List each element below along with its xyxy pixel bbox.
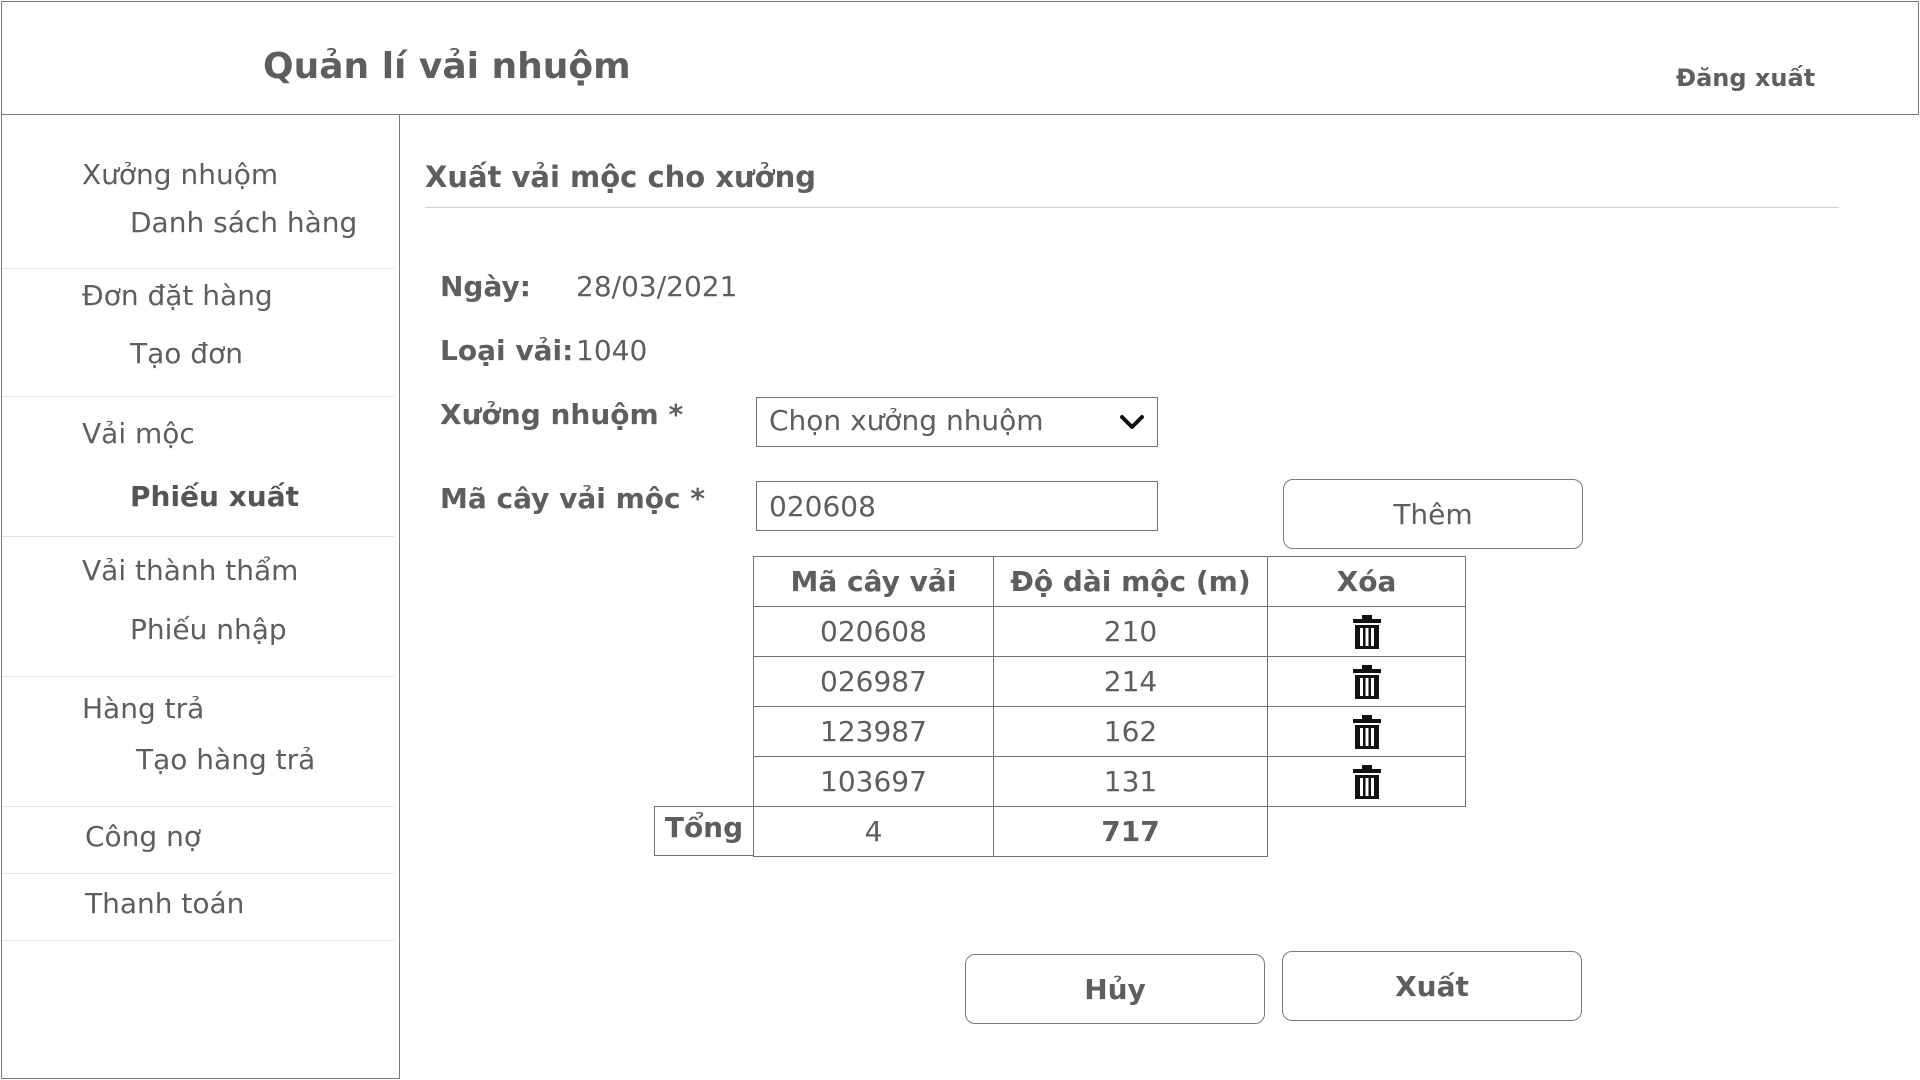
roll-table: Mã cây vải Độ dài mộc (m) Xóa 020608 210 [753,556,1466,857]
app-title: Quản lí vải nhuộm [263,46,631,87]
date-label: Ngày: [440,270,531,303]
table-row: 103697 131 [753,756,1466,807]
length-cell: 214 [993,656,1268,707]
fabric-type-value: 1040 [576,334,648,367]
fabric-type-label: Loại vải: [440,334,574,367]
total-count-cell: 4 [753,806,994,857]
export-button[interactable]: Xuất [1282,951,1582,1021]
title-divider [425,207,1839,208]
sidebar-group-finished-fabric: Vải thành thẩm Phiếu nhập [2,537,394,677]
trash-icon[interactable] [1352,764,1382,800]
sidebar: Xưởng nhuộm Danh sách hàng Đơn đặt hàng … [1,115,400,1079]
roll-code-cell: 020608 [753,606,994,657]
sidebar-item-orders[interactable]: Đơn đặt hàng [82,279,273,312]
chevron-down-icon [1120,415,1144,429]
sidebar-group-dye-workshop: Xưởng nhuộm Danh sách hàng [2,115,394,269]
sidebar-item-export-slip[interactable]: Phiếu xuất [130,480,299,513]
sidebar-group-orders: Đơn đặt hàng Tạo đơn [2,269,394,397]
column-header-length: Độ dài mộc (m) [993,556,1268,607]
cancel-button[interactable]: Hủy [965,954,1265,1024]
header-bar: Quản lí vải nhuộm Đăng xuất [1,1,1919,115]
roll-code-cell: 123987 [753,706,994,757]
total-length-cell: 717 [993,806,1268,857]
workshop-select[interactable]: Chọn xưởng nhuộm [756,397,1158,447]
length-cell: 210 [993,606,1268,657]
delete-cell [1267,656,1466,707]
sidebar-group-payment: Thanh toán [2,874,394,941]
roll-code-cell: 026987 [753,656,994,707]
column-header-roll-code: Mã cây vải [753,556,994,607]
add-button[interactable]: Thêm [1283,479,1583,549]
table-row: 020608 210 [753,606,1466,657]
table-header-row: Mã cây vải Độ dài mộc (m) Xóa [753,556,1466,607]
length-cell: 162 [993,706,1268,757]
sidebar-item-item-list[interactable]: Danh sách hàng [130,206,357,239]
total-label: Tổng [654,806,754,856]
workshop-select-value: Chọn xưởng nhuộm [769,404,1044,437]
total-row: 4 717 [753,806,1466,857]
date-value: 28/03/2021 [576,270,738,303]
delete-cell [1267,756,1466,807]
table-row: 123987 162 [753,706,1466,757]
empty-cell [1268,807,1466,857]
delete-cell [1267,606,1466,657]
logout-link[interactable]: Đăng xuất [1676,64,1815,92]
column-header-delete: Xóa [1267,556,1466,607]
delete-cell [1267,706,1466,757]
sidebar-item-create-order[interactable]: Tạo đơn [130,337,243,370]
sidebar-item-debts[interactable]: Công nợ [85,820,201,853]
sidebar-item-import-slip[interactable]: Phiếu nhập [130,613,287,646]
sidebar-item-finished-fabric[interactable]: Vải thành thẩm [82,554,298,587]
sidebar-group-raw-fabric: Vải mộc Phiếu xuất [2,397,394,537]
sidebar-item-returns[interactable]: Hàng trả [82,692,204,725]
roll-code-cell: 103697 [753,756,994,807]
sidebar-group-debts: Công nợ [2,807,394,874]
trash-icon[interactable] [1352,664,1382,700]
sidebar-item-dye-workshop[interactable]: Xưởng nhuộm [82,158,278,191]
sidebar-group-returns: Hàng trả Tạo hàng trả [2,677,394,807]
page-title: Xuất vải mộc cho xưởng [425,160,817,194]
sidebar-item-raw-fabric[interactable]: Vải mộc [82,417,195,450]
table-row: 026987 214 [753,656,1466,707]
workshop-label: Xưởng nhuộm * [440,398,684,431]
sidebar-item-create-return[interactable]: Tạo hàng trả [136,743,315,776]
app-frame: Quản lí vải nhuộm Đăng xuất Xưởng nhuộm … [0,0,1920,1080]
length-cell: 131 [993,756,1268,807]
trash-icon[interactable] [1352,714,1382,750]
sidebar-item-payment[interactable]: Thanh toán [85,887,244,920]
roll-code-label: Mã cây vải mộc * [440,482,706,515]
roll-code-input[interactable] [756,481,1158,531]
trash-icon[interactable] [1352,614,1382,650]
